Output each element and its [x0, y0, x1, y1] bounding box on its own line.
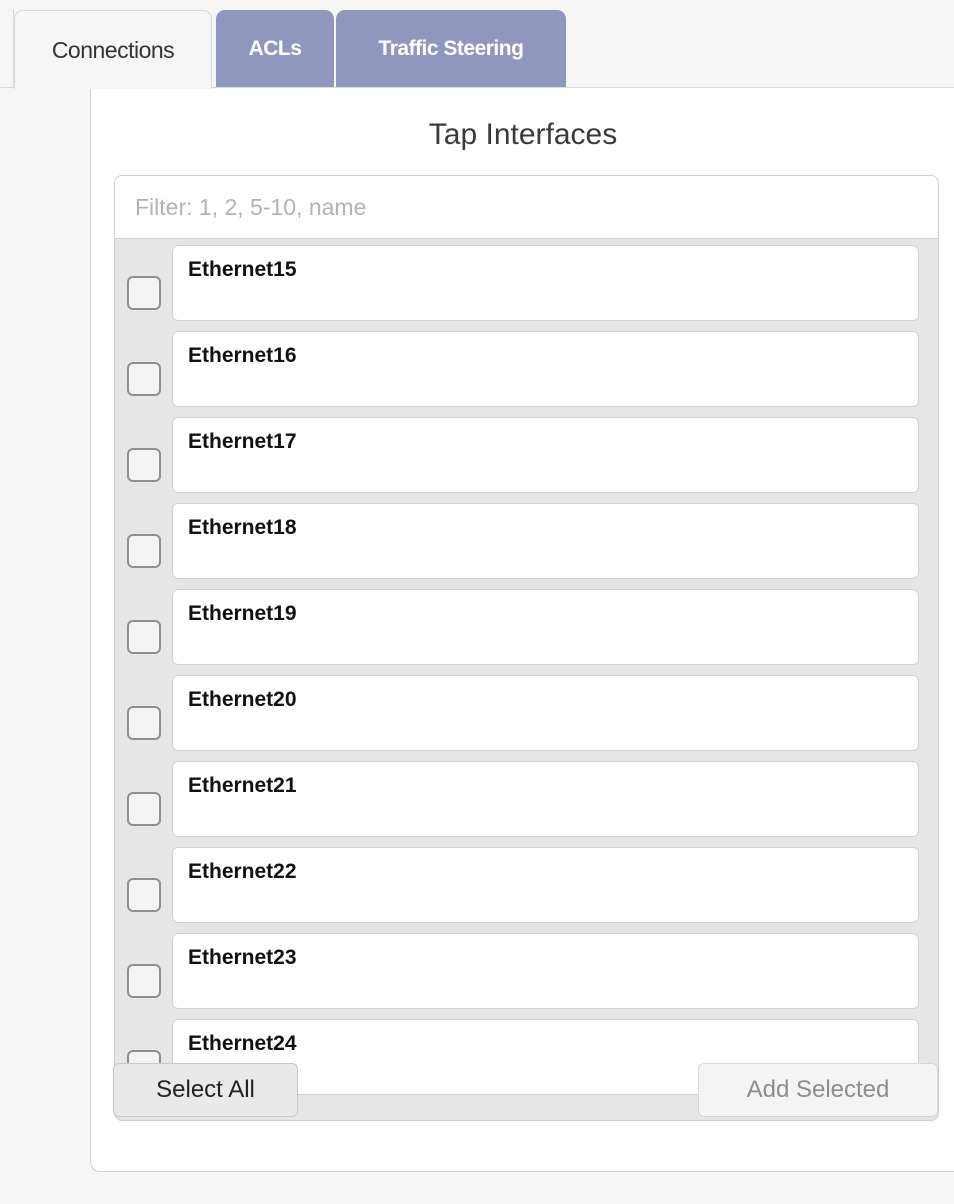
panel-title: Tap Interfaces	[428, 118, 618, 151]
interface-card[interactable]: Ethernet19	[172, 589, 919, 665]
item-checkbox[interactable]	[127, 276, 161, 310]
list-item: Ethernet21	[115, 755, 938, 841]
interface-card[interactable]: Ethernet15	[172, 245, 919, 321]
list-item: Ethernet23	[115, 927, 938, 1013]
list-item: Ethernet20	[115, 669, 938, 755]
tap-interfaces-view: Connections ACLs Traffic Steering Tap In…	[0, 0, 954, 1204]
interface-card[interactable]: Ethernet16	[172, 331, 919, 407]
item-checkbox[interactable]	[127, 706, 161, 740]
interface-name: Ethernet19	[188, 602, 297, 625]
interface-card[interactable]: Ethernet17	[172, 417, 919, 493]
interface-card[interactable]: Ethernet23	[172, 933, 919, 1009]
interface-name: Ethernet15	[188, 258, 297, 281]
interface-name: Ethernet18	[188, 516, 297, 539]
list-item: Ethernet19	[115, 583, 938, 669]
item-checkbox[interactable]	[127, 534, 161, 568]
list-item: Ethernet18	[115, 497, 938, 583]
list-item: Ethernet22	[115, 841, 938, 927]
item-checkbox[interactable]	[127, 964, 161, 998]
tab-traffic-steering[interactable]: Traffic Steering	[336, 10, 566, 88]
tab-connections[interactable]: Connections	[14, 10, 212, 89]
list-item: Ethernet15	[115, 239, 938, 325]
tap-interfaces-panel: Tap Interfaces Ethernet15 Ethernet16	[90, 88, 954, 1172]
interface-list-box: Ethernet15 Ethernet16 Ethernet17	[114, 175, 939, 1121]
filter-input[interactable]	[115, 176, 938, 239]
select-all-button[interactable]: Select All	[113, 1063, 298, 1117]
interface-card[interactable]: Ethernet21	[172, 761, 919, 837]
tab-acls[interactable]: ACLs	[216, 10, 334, 88]
item-checkbox[interactable]	[127, 878, 161, 912]
list-item: Ethernet17	[115, 411, 938, 497]
interface-name: Ethernet24	[188, 1032, 297, 1055]
interface-name: Ethernet17	[188, 430, 297, 453]
add-selected-button[interactable]: Add Selected	[698, 1063, 938, 1117]
interface-card[interactable]: Ethernet18	[172, 503, 919, 579]
interface-name: Ethernet22	[188, 860, 297, 883]
item-checkbox[interactable]	[127, 792, 161, 826]
interface-card[interactable]: Ethernet20	[172, 675, 919, 751]
interface-name: Ethernet23	[188, 946, 297, 969]
item-checkbox[interactable]	[127, 448, 161, 482]
interface-list: Ethernet15 Ethernet16 Ethernet17 Etherne…	[115, 239, 938, 1099]
interface-name: Ethernet21	[188, 774, 297, 797]
interface-card[interactable]: Ethernet22	[172, 847, 919, 923]
interface-name: Ethernet16	[188, 344, 297, 367]
item-checkbox[interactable]	[127, 620, 161, 654]
item-checkbox[interactable]	[127, 362, 161, 396]
tab-bar: Connections ACLs Traffic Steering	[0, 0, 954, 89]
list-item: Ethernet16	[115, 325, 938, 411]
interface-name: Ethernet20	[188, 688, 297, 711]
